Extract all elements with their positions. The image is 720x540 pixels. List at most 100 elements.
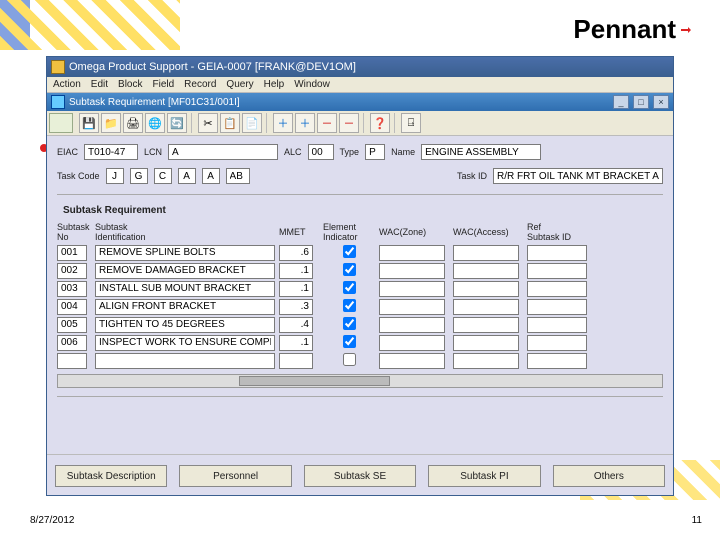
user-icon[interactable]: [49, 113, 73, 133]
menu-edit[interactable]: Edit: [91, 79, 108, 90]
wac-zone-field[interactable]: [379, 299, 445, 315]
scrollbar-thumb[interactable]: [239, 376, 390, 386]
ref-subtask-field[interactable]: [527, 263, 587, 279]
element-indicator-checkbox[interactable]: [343, 281, 356, 294]
element-indicator-checkbox[interactable]: [343, 335, 356, 348]
remove-record-button-2[interactable]: －: [339, 113, 359, 133]
menu-help[interactable]: Help: [264, 79, 285, 90]
subtask-no-field[interactable]: [57, 281, 87, 297]
subtask-ident-field[interactable]: [95, 245, 275, 261]
wac-zone-field[interactable]: [379, 263, 445, 279]
taskcode-1[interactable]: [106, 168, 124, 184]
horizontal-scrollbar[interactable]: [57, 374, 663, 388]
save-button[interactable]: 💾: [79, 113, 99, 133]
taskcode-2[interactable]: [130, 168, 148, 184]
menu-field[interactable]: Field: [152, 79, 174, 90]
ref-subtask-field[interactable]: [527, 245, 587, 261]
exit-button[interactable]: ⍈: [401, 113, 421, 133]
close-icon[interactable]: ×: [653, 95, 669, 109]
wac-zone-field[interactable]: [379, 353, 445, 369]
remove-record-button[interactable]: －: [317, 113, 337, 133]
eiac-field[interactable]: [84, 144, 138, 160]
wac-access-field[interactable]: [453, 335, 519, 351]
wac-zone-field[interactable]: [379, 317, 445, 333]
subtask-no-field[interactable]: [57, 353, 87, 369]
mmet-field[interactable]: [279, 317, 313, 333]
menu-record[interactable]: Record: [184, 79, 216, 90]
menu-action[interactable]: Action: [53, 79, 81, 90]
mmet-field[interactable]: [279, 263, 313, 279]
taskid-field[interactable]: [493, 168, 663, 184]
subtask-no-field[interactable]: [57, 299, 87, 315]
copy-button[interactable]: 📋: [220, 113, 240, 133]
table-row: [57, 334, 663, 352]
add-record-button-2[interactable]: ＋: [295, 113, 315, 133]
mmet-field[interactable]: [279, 299, 313, 315]
refresh-button[interactable]: 🔄: [167, 113, 187, 133]
alc-field[interactable]: [308, 144, 334, 160]
personnel-button[interactable]: Personnel: [179, 465, 291, 487]
ref-subtask-field[interactable]: [527, 281, 587, 297]
subtask-no-field[interactable]: [57, 245, 87, 261]
paste-button[interactable]: 📄: [242, 113, 262, 133]
subtask-pi-button[interactable]: Subtask PI: [428, 465, 540, 487]
lcn-label: LCN: [144, 147, 162, 157]
table-row: [57, 262, 663, 280]
help-button[interactable]: ❓: [370, 113, 390, 133]
subtask-ident-field[interactable]: [95, 263, 275, 279]
subtask-no-field[interactable]: [57, 335, 87, 351]
element-indicator-checkbox[interactable]: [343, 263, 356, 276]
subtask-ident-field[interactable]: [95, 281, 275, 297]
subtask-ident-field[interactable]: [95, 299, 275, 315]
taskcode-6[interactable]: [226, 168, 250, 184]
table-row: [57, 280, 663, 298]
mmet-field[interactable]: [279, 353, 313, 369]
ref-subtask-field[interactable]: [527, 317, 587, 333]
open-button[interactable]: 📁: [101, 113, 121, 133]
minimize-icon[interactable]: _: [613, 95, 629, 109]
wac-zone-field[interactable]: [379, 281, 445, 297]
taskcode-5[interactable]: [202, 168, 220, 184]
wac-zone-field[interactable]: [379, 335, 445, 351]
subtask-no-field[interactable]: [57, 263, 87, 279]
subtask-no-field[interactable]: [57, 317, 87, 333]
element-indicator-checkbox[interactable]: [343, 245, 356, 258]
name-field[interactable]: [421, 144, 541, 160]
wac-zone-field[interactable]: [379, 245, 445, 261]
col-ident: Subtask Identification: [95, 223, 275, 243]
type-field[interactable]: [365, 144, 385, 160]
wac-access-field[interactable]: [453, 245, 519, 261]
menu-block[interactable]: Block: [118, 79, 142, 90]
cut-button[interactable]: ✂: [198, 113, 218, 133]
wac-access-field[interactable]: [453, 299, 519, 315]
globe-button[interactable]: 🌐: [145, 113, 165, 133]
subtask-se-button[interactable]: Subtask SE: [304, 465, 416, 487]
wac-access-field[interactable]: [453, 281, 519, 297]
subtask-ident-field[interactable]: [95, 317, 275, 333]
taskcode-4[interactable]: [178, 168, 196, 184]
wac-access-field[interactable]: [453, 263, 519, 279]
subtask-ident-field[interactable]: [95, 335, 275, 351]
lcn-field[interactable]: [168, 144, 278, 160]
menu-window[interactable]: Window: [294, 79, 330, 90]
element-indicator-checkbox[interactable]: [343, 317, 356, 330]
ref-subtask-field[interactable]: [527, 353, 587, 369]
wac-access-field[interactable]: [453, 317, 519, 333]
add-record-button[interactable]: ＋: [273, 113, 293, 133]
element-indicator-checkbox[interactable]: [343, 353, 356, 366]
mmet-field[interactable]: [279, 281, 313, 297]
mmet-field[interactable]: [279, 245, 313, 261]
print-button[interactable]: 🖨: [123, 113, 143, 133]
element-indicator-checkbox[interactable]: [343, 299, 356, 312]
others-button[interactable]: Others: [553, 465, 665, 487]
menu-query[interactable]: Query: [226, 79, 253, 90]
subtask-description-button[interactable]: Subtask Description: [55, 465, 167, 487]
ref-subtask-field[interactable]: [527, 299, 587, 315]
taskcode-3[interactable]: [154, 168, 172, 184]
ref-subtask-field[interactable]: [527, 335, 587, 351]
subtask-ident-field[interactable]: [95, 353, 275, 369]
wac-access-field[interactable]: [453, 353, 519, 369]
mmet-field[interactable]: [279, 335, 313, 351]
toolbar: 💾 📁 🖨 🌐 🔄 ✂ 📋 📄 ＋ ＋ － － ❓ ⍈: [47, 111, 673, 136]
maximize-icon[interactable]: □: [633, 95, 649, 109]
